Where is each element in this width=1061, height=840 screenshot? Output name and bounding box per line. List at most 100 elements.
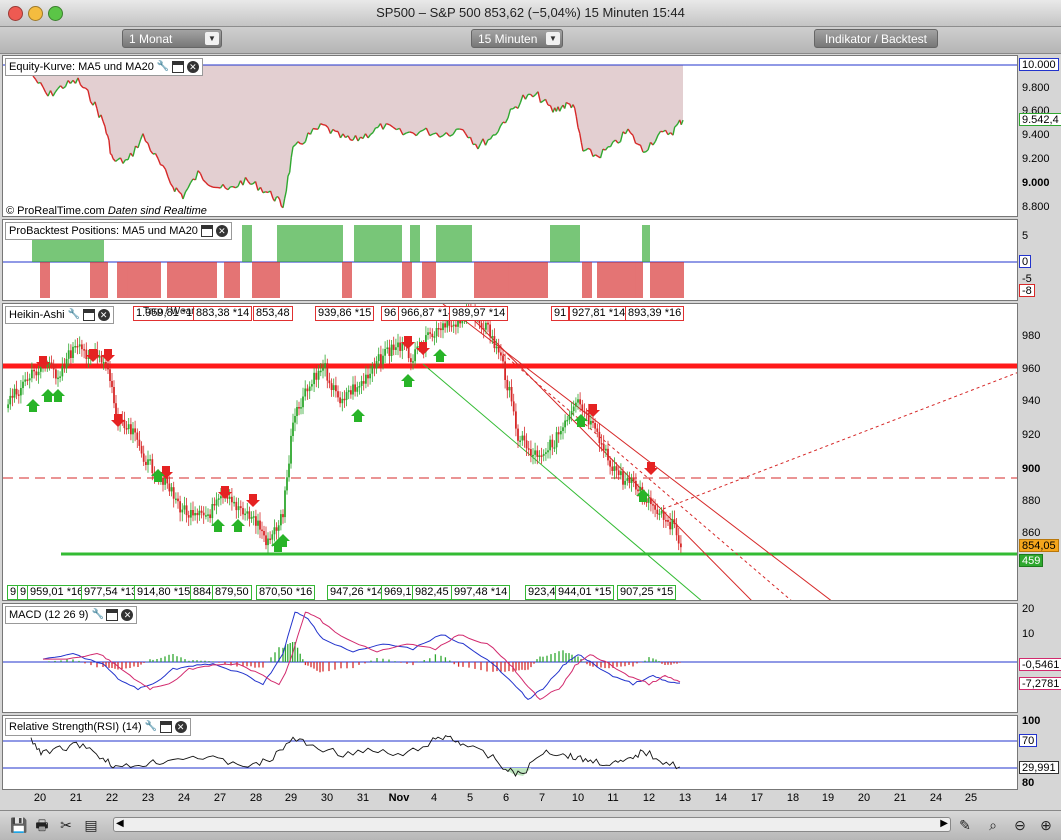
- buy-arrow-icon: [433, 349, 447, 362]
- heikin-ashi-candle: [395, 347, 397, 350]
- save-icon[interactable]: 💾: [10, 817, 26, 833]
- heikin-ashi-candle: [233, 502, 235, 504]
- heikin-ashi-candle: [654, 505, 656, 510]
- credit-label: © ProRealTime.com: [6, 205, 105, 217]
- heikin-ashi-candle: [329, 381, 331, 384]
- heikin-ashi-candle: [280, 514, 282, 525]
- swing-low-label: 982,45: [412, 585, 452, 600]
- heikin-ashi-candle: [240, 506, 242, 508]
- heikin-ashi-candle: [536, 450, 538, 457]
- close-icon[interactable]: ✕: [98, 309, 110, 321]
- swing-low-label: 959,01 *16: [27, 585, 86, 600]
- heikin-ashi-candle: [356, 387, 358, 392]
- heikin-ashi-candle: [554, 447, 556, 449]
- macd-pane-title: MACD (12 26 9): [9, 608, 88, 623]
- heikin-ashi-candle: [386, 348, 388, 350]
- equity-curve-segment: [161, 165, 164, 166]
- zoom-fit-icon[interactable]: ⌕: [985, 817, 1001, 833]
- window-icon[interactable]: [201, 225, 213, 237]
- heikin-ashi-candle: [671, 519, 673, 529]
- heikin-ashi-candle: [656, 510, 658, 514]
- heikin-ashi-candle: [251, 517, 253, 519]
- heikin-ashi-candle: [339, 397, 341, 403]
- close-icon[interactable]: ✕: [121, 609, 133, 621]
- macd-pane[interactable]: MACD (12 26 9) 🔧 ✕: [2, 603, 1018, 713]
- swing-low-label: 923,4: [525, 585, 559, 600]
- heikin-ashi-candle: [318, 371, 320, 380]
- time-tick-label: 30: [321, 792, 333, 804]
- heikin-ashi-candle: [659, 514, 661, 516]
- tick-label: 960: [1022, 363, 1040, 375]
- heikin-ashi-candle: [586, 413, 588, 415]
- window-icon[interactable]: [83, 309, 95, 321]
- equity-fill-area: [33, 65, 683, 208]
- heikin-ashi-candle: [626, 478, 628, 481]
- macd-line: [43, 612, 680, 699]
- wrench-icon[interactable]: 🔧: [145, 721, 157, 733]
- heikin-ashi-candle: [59, 376, 61, 378]
- heikin-ashi-candle: [320, 371, 322, 373]
- wrench-icon[interactable]: 🔧: [68, 309, 80, 321]
- time-tick-label: 19: [822, 792, 834, 804]
- heikin-ashi-candle: [509, 387, 511, 390]
- heikin-ashi-candle: [284, 490, 286, 517]
- scroll-right-icon[interactable]: ▶: [940, 818, 948, 829]
- window-icon[interactable]: [106, 609, 118, 621]
- heikin-ashi-candle: [162, 478, 164, 485]
- heikin-ashi-candle: [7, 404, 9, 408]
- close-icon[interactable]: ✕: [187, 61, 199, 73]
- report-icon[interactable]: ▤: [83, 817, 99, 833]
- heikin-ashi-candle: [556, 432, 558, 447]
- heikin-ashi-candle: [532, 455, 534, 457]
- zoom-out-icon[interactable]: ⊖: [1012, 817, 1028, 833]
- heikin-ashi-candle: [105, 362, 107, 364]
- heikin-ashi-candle: [440, 328, 442, 330]
- heikin-ashi-candle: [526, 440, 528, 448]
- macd-value: -0,5461: [1019, 658, 1061, 671]
- heikin-ashi-candle: [286, 477, 288, 490]
- heikin-ashi-candle: [616, 466, 618, 470]
- heikin-ashi-candle: [547, 450, 549, 452]
- heikin-ashi-candle: [201, 511, 203, 513]
- window-icon[interactable]: [160, 721, 172, 733]
- wrench-icon[interactable]: 🔧: [157, 61, 169, 73]
- heikin-ashi-candle: [271, 534, 273, 539]
- heikin-ashi-candle: [190, 510, 192, 518]
- heikin-ashi-pane[interactable]: Heikin-Ashi 🔧 ✕ 1.959,81 *16883,38 *1485…: [2, 303, 1018, 601]
- heikin-ashi-candle: [304, 389, 306, 397]
- heikin-ashi-candle: [496, 347, 498, 349]
- heikin-ashi-candle: [27, 380, 29, 382]
- draw-tools-icon[interactable]: ✎: [957, 817, 973, 833]
- swing-low-label: 907,25 *15: [617, 585, 676, 600]
- time-tick-label: 10: [572, 792, 584, 804]
- heikin-ashi-candle: [545, 452, 547, 454]
- window-icon[interactable]: [172, 61, 184, 73]
- bottom-toolbar: 💾 🖶 ✂ ▤ ◀ ▶ ✎ ⌕ ⊖ ⊕: [0, 810, 1061, 840]
- heikin-ashi-candle: [53, 365, 55, 370]
- time-tick-label: Nov: [389, 792, 410, 804]
- swing-low-label: 977,54 *13: [81, 585, 140, 600]
- interval-select[interactable]: 15 Minuten▼: [471, 29, 563, 48]
- horizontal-scrollbar[interactable]: ◀ ▶: [113, 817, 951, 832]
- equity-pane[interactable]: Equity-Kurve: MA5 und MA20 🔧 ✕ © ProReal…: [2, 55, 1018, 217]
- time-tick-label: 23: [142, 792, 154, 804]
- close-icon[interactable]: ✕: [216, 225, 228, 237]
- heikin-ashi-candle: [177, 499, 179, 502]
- scroll-left-icon[interactable]: ◀: [116, 818, 124, 829]
- period-select[interactable]: 1 Monat▼: [122, 29, 222, 48]
- positions-pane[interactable]: ProBacktest Positions: MA5 und MA20 ✕: [2, 219, 1018, 301]
- print-icon[interactable]: 🖶: [34, 817, 50, 833]
- wrench-icon[interactable]: 🔧: [91, 609, 103, 621]
- heikin-ashi-candle: [584, 411, 586, 413]
- rsi-pane[interactable]: Relative Strength(RSI) (14) 🔧 ✕: [2, 715, 1018, 790]
- indicator-backtest-button[interactable]: Indikator / Backtest: [814, 29, 938, 48]
- heikin-ashi-candle: [188, 515, 190, 518]
- tick-label: 80: [1022, 777, 1034, 789]
- scissors-icon[interactable]: ✂: [58, 817, 74, 833]
- zoom-in-icon[interactable]: ⊕: [1038, 817, 1054, 833]
- sell-arrow-icon: [111, 414, 125, 427]
- heikin-ashi-candle: [581, 404, 583, 411]
- heikin-ashi-candle: [363, 381, 365, 384]
- close-icon[interactable]: ✕: [175, 721, 187, 733]
- heikin-ashi-candle: [622, 471, 624, 485]
